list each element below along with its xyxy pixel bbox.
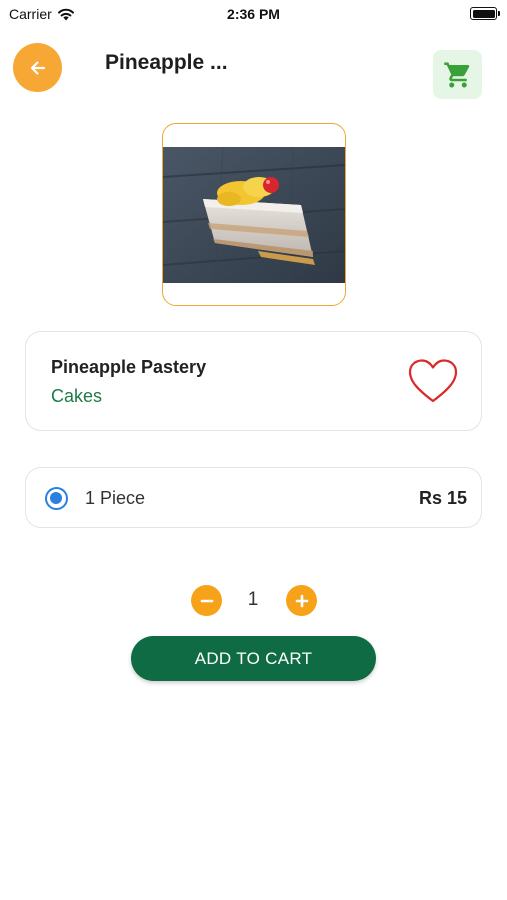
- option-price: Rs 15: [418, 488, 467, 508]
- option-label: 1 Piece: [85, 488, 146, 508]
- cart-button[interactable]: [433, 50, 482, 99]
- favorite-button[interactable]: [407, 358, 459, 404]
- product-name: Pineapple Pastery: [51, 357, 207, 377]
- back-button[interactable]: [13, 43, 62, 92]
- decrease-quantity-button[interactable]: [191, 585, 222, 616]
- shopping-cart-icon: [443, 62, 469, 87]
- arrow-left-icon: [30, 60, 45, 75]
- product-info-card: Pineapple Pastery Cakes: [25, 331, 482, 431]
- minus-icon: [200, 599, 213, 602]
- plus-icon: [295, 594, 308, 607]
- size-option[interactable]: 1 Piece Rs 15: [25, 467, 482, 528]
- product-category[interactable]: Cakes: [51, 386, 102, 407]
- heart-outline-icon: [408, 359, 458, 403]
- battery-icon: [470, 7, 500, 20]
- add-to-cart-button[interactable]: ADD TO CART: [131, 636, 376, 681]
- product-image: [162, 123, 346, 306]
- quantity-value: 1: [247, 589, 259, 610]
- pineapple-pastry-photo: [163, 147, 345, 283]
- radio-selected-icon[interactable]: [45, 487, 68, 510]
- page-title: Pineapple ...: [105, 51, 228, 74]
- status-time: 2:36 PM: [227, 6, 280, 22]
- increase-quantity-button[interactable]: [286, 585, 317, 616]
- status-bar: Carrier 2:36 PM: [0, 0, 507, 28]
